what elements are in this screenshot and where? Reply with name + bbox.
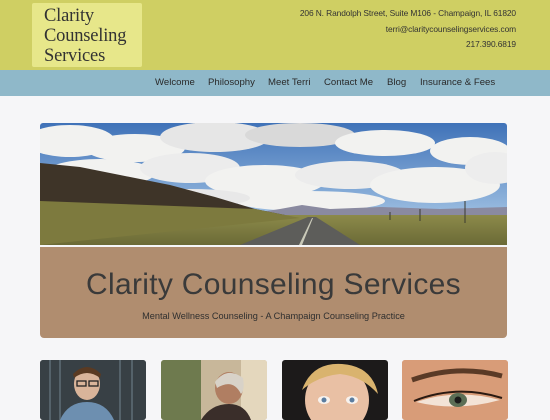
- eye-closeup-photo: [402, 360, 508, 420]
- nav-item-welcome[interactable]: Welcome: [155, 77, 195, 88]
- nav-item-insurance-fees[interactable]: Insurance & Fees: [420, 77, 495, 88]
- man-with-glasses-photo: [40, 360, 146, 420]
- nav-item-contact-me[interactable]: Contact Me: [324, 77, 373, 88]
- nav-item-philosophy[interactable]: Philosophy: [208, 77, 255, 88]
- thumbnail-older-woman[interactable]: [161, 360, 267, 420]
- thumbnail-eye-closeup[interactable]: [402, 360, 508, 420]
- nav-item-blog[interactable]: Blog: [387, 77, 406, 88]
- title-panel: Clarity Counseling Services Mental Welln…: [40, 247, 507, 338]
- tagline: Mental Wellness Counseling - A Champaign…: [142, 311, 405, 321]
- thumbnail-man-glasses[interactable]: [40, 360, 146, 420]
- main-nav: Welcome Philosophy Meet Terri Contact Me…: [0, 70, 550, 96]
- older-woman-photo: [161, 360, 267, 420]
- child-face-photo: [282, 360, 388, 420]
- site-header: Clarity Counseling Services 206 N. Rando…: [0, 0, 550, 70]
- logo-line-3: Services: [44, 46, 106, 66]
- site-logo[interactable]: Clarity Counseling Services: [32, 3, 142, 67]
- email-link[interactable]: terri@claritycounselingservices.com: [300, 22, 516, 38]
- phone-text: 217.390.6819: [465, 39, 516, 49]
- address-text: 206 N. Randolph Street, Suite M106 - Cha…: [299, 8, 516, 18]
- page-title: Clarity Counseling Services: [86, 268, 461, 301]
- nav-item-meet-terri[interactable]: Meet Terri: [268, 77, 310, 88]
- thumbnail-child-face[interactable]: [282, 360, 388, 420]
- contact-info: 206 N. Randolph Street, Suite M106 - Cha…: [300, 6, 516, 53]
- hero-image: [40, 123, 507, 245]
- logo-line-2: Counseling: [44, 26, 127, 46]
- road-landscape-image: [40, 123, 507, 245]
- logo-line-1: Clarity: [44, 6, 94, 26]
